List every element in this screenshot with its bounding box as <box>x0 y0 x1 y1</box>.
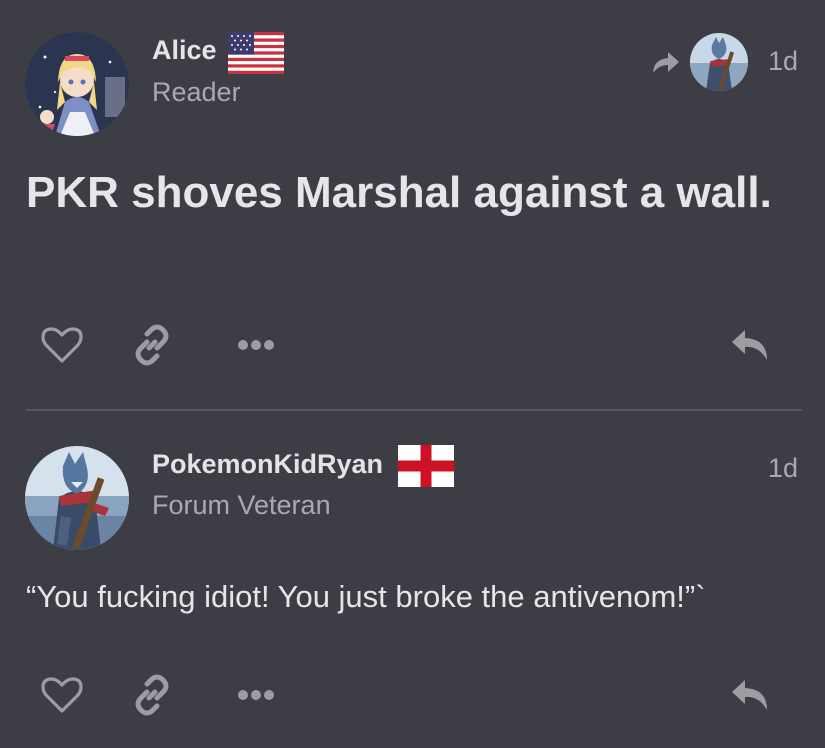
post-body: PKR shoves Marshal against a wall. <box>26 168 772 217</box>
like-button[interactable] <box>38 673 86 721</box>
avatar[interactable] <box>25 446 129 550</box>
link-icon <box>130 323 174 372</box>
replied-user-avatar[interactable] <box>690 33 748 91</box>
post-pokemonkidryan: PokemonKidRyan Forum Veteran 1d “You fuc… <box>0 411 825 748</box>
avatar[interactable] <box>25 32 129 136</box>
reply-to-arrow-icon <box>648 45 682 79</box>
copy-link-button[interactable] <box>128 673 176 721</box>
post-body: “You fucking idiot! You just broke the a… <box>26 579 706 614</box>
more-options-button[interactable] <box>232 673 280 721</box>
reply-to-indicator[interactable] <box>648 33 748 91</box>
post-timestamp[interactable]: 1d <box>768 453 798 484</box>
like-button[interactable] <box>38 323 86 371</box>
reply-button[interactable] <box>726 673 774 721</box>
reply-icon <box>729 676 771 719</box>
link-icon <box>130 673 174 722</box>
more-options-button[interactable] <box>232 323 280 371</box>
more-icon <box>236 688 276 707</box>
england-flag-icon <box>398 445 454 492</box>
copy-link-button[interactable] <box>128 323 176 371</box>
heart-icon <box>41 676 83 719</box>
more-icon <box>236 338 276 357</box>
post-timestamp[interactable]: 1d <box>768 46 798 77</box>
reply-button[interactable] <box>726 323 774 371</box>
reply-icon <box>729 326 771 369</box>
username[interactable]: Alice <box>152 35 217 66</box>
us-flag-icon <box>228 32 284 79</box>
heart-icon <box>41 326 83 369</box>
username[interactable]: PokemonKidRyan <box>152 449 383 480</box>
user-title: Reader <box>152 77 241 107</box>
user-title: Forum Veteran <box>152 490 331 520</box>
post-alice: Alice Reader 1d PKR shoves Marshal again… <box>0 0 825 410</box>
